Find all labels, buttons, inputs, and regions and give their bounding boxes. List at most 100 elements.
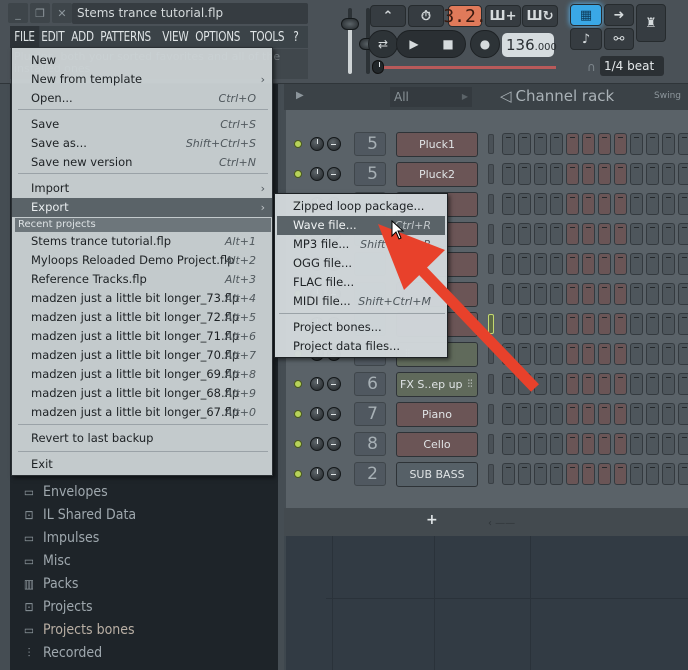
step-button[interactable] <box>502 163 515 185</box>
step-button[interactable] <box>646 373 659 395</box>
step-button[interactable] <box>534 223 547 245</box>
recent-project-item[interactable]: madzen just a little bit longer_70.flp Al… <box>12 346 272 365</box>
step-button[interactable] <box>630 163 643 185</box>
step-button[interactable] <box>678 163 688 185</box>
step-button[interactable] <box>662 223 675 245</box>
step-button[interactable] <box>534 163 547 185</box>
master-volume-slider[interactable] <box>341 8 359 74</box>
step-button[interactable] <box>678 433 688 455</box>
step-button[interactable] <box>598 193 611 215</box>
export-item-flac-file[interactable]: FLAC file... <box>277 273 445 292</box>
step-button[interactable] <box>502 223 515 245</box>
step-button[interactable] <box>582 373 595 395</box>
step-button[interactable] <box>630 283 643 305</box>
play-arrow-icon[interactable]: ▶ <box>296 90 304 101</box>
step-button[interactable] <box>502 253 515 275</box>
step-button[interactable] <box>518 373 531 395</box>
export-item-midi-file[interactable]: MIDI file... Shift+Ctrl+M <box>277 292 445 311</box>
volume-knob[interactable] <box>310 137 324 151</box>
step-button[interactable] <box>678 223 688 245</box>
mixer-track-number[interactable]: 7 <box>354 402 386 426</box>
menu-file[interactable]: FILE <box>10 26 40 48</box>
step-button[interactable] <box>646 463 659 485</box>
step-button[interactable] <box>550 193 563 215</box>
step-button[interactable] <box>518 133 531 155</box>
step-button[interactable] <box>598 133 611 155</box>
file-menu-item-new-from-template[interactable]: New from template › <box>12 70 272 89</box>
browser-item[interactable]: ▭ Projects bones <box>20 619 135 641</box>
step-icon[interactable]: ♪ <box>570 28 602 50</box>
step-button[interactable] <box>630 403 643 425</box>
step-button[interactable] <box>502 373 515 395</box>
step-button[interactable] <box>662 373 675 395</box>
step-button[interactable] <box>582 463 595 485</box>
step-button[interactable] <box>646 433 659 455</box>
recent-project-item[interactable]: madzen just a little bit longer_71.flp Al… <box>12 327 272 346</box>
step-button[interactable] <box>566 463 579 485</box>
mute-led[interactable] <box>294 140 302 148</box>
scrollbar[interactable]: ‹ —— <box>488 518 515 529</box>
step-button[interactable] <box>614 403 627 425</box>
browser-item[interactable]: ▭ Misc <box>20 550 71 572</box>
step-button[interactable] <box>534 463 547 485</box>
recent-project-item[interactable]: madzen just a little bit longer_69.flp Al… <box>12 365 272 384</box>
mute-led[interactable] <box>294 410 302 418</box>
pan-knob[interactable] <box>327 377 341 391</box>
step-button[interactable] <box>518 283 531 305</box>
step-button[interactable] <box>678 373 688 395</box>
step-button[interactable] <box>678 283 688 305</box>
recent-project-item[interactable]: madzen just a little bit longer_67.flp Al… <box>12 403 272 422</box>
step-button[interactable] <box>518 403 531 425</box>
loop-record-icon[interactable]: Ш↻ <box>522 5 558 27</box>
mute-led[interactable] <box>294 380 302 388</box>
step-button[interactable] <box>534 433 547 455</box>
step-button[interactable] <box>678 253 688 275</box>
step-button[interactable] <box>518 313 531 335</box>
step-button[interactable] <box>614 463 627 485</box>
mute-led[interactable] <box>294 440 302 448</box>
browser-item[interactable]: ⫶ Recorded <box>20 642 102 664</box>
step-button[interactable] <box>566 283 579 305</box>
recent-project-item[interactable]: Myloops Reloaded Demo Project.flp Alt+2 <box>12 251 272 270</box>
channel-select[interactable] <box>488 344 494 364</box>
volume-knob[interactable] <box>310 407 324 421</box>
export-item-mp3-file[interactable]: MP3 file... Shift+Ctrl+R <box>277 235 445 254</box>
step-button[interactable] <box>662 313 675 335</box>
export-item-project-data-files[interactable]: Project data files... <box>277 337 445 356</box>
mute-led[interactable] <box>294 170 302 178</box>
channel-name-button[interactable]: Pluck1 <box>396 131 478 157</box>
step-button[interactable] <box>534 343 547 365</box>
step-button[interactable] <box>534 373 547 395</box>
volume-knob[interactable] <box>310 377 324 391</box>
revert-to-backup-item[interactable]: Revert to last backup <box>12 429 272 448</box>
channel-select[interactable] <box>488 224 494 244</box>
step-button[interactable] <box>566 133 579 155</box>
step-button[interactable] <box>662 253 675 275</box>
piano-roll-icon[interactable]: ▦ <box>570 4 602 26</box>
step-button[interactable] <box>646 403 659 425</box>
export-item-wave-file[interactable]: Wave file... Ctrl+R <box>277 216 445 235</box>
step-button[interactable] <box>646 133 659 155</box>
step-button[interactable] <box>502 403 515 425</box>
step-button[interactable] <box>502 193 515 215</box>
file-menu-item-save[interactable]: Save Ctrl+S <box>12 115 272 134</box>
step-button[interactable] <box>646 163 659 185</box>
step-button[interactable] <box>598 463 611 485</box>
step-button[interactable] <box>550 403 563 425</box>
menu-options[interactable]: OPTIONS <box>191 26 244 48</box>
export-item-zipped-loop-package[interactable]: Zipped loop package... <box>277 197 445 216</box>
menu-view[interactable]: VIEW <box>158 26 193 48</box>
step-button[interactable] <box>662 433 675 455</box>
add-channel-button[interactable]: + <box>426 512 438 528</box>
step-button[interactable] <box>662 463 675 485</box>
volume-knob[interactable] <box>310 437 324 451</box>
step-button[interactable] <box>582 433 595 455</box>
step-button[interactable] <box>534 313 547 335</box>
step-button[interactable] <box>518 433 531 455</box>
step-button[interactable] <box>550 313 563 335</box>
file-menu-item-open[interactable]: Open... Ctrl+O <box>12 89 272 108</box>
menu-patterns[interactable]: PATTERNS <box>96 26 155 48</box>
step-button[interactable] <box>550 133 563 155</box>
channel-select[interactable] <box>488 254 494 274</box>
arrow-icon[interactable]: ➜ <box>604 4 634 26</box>
